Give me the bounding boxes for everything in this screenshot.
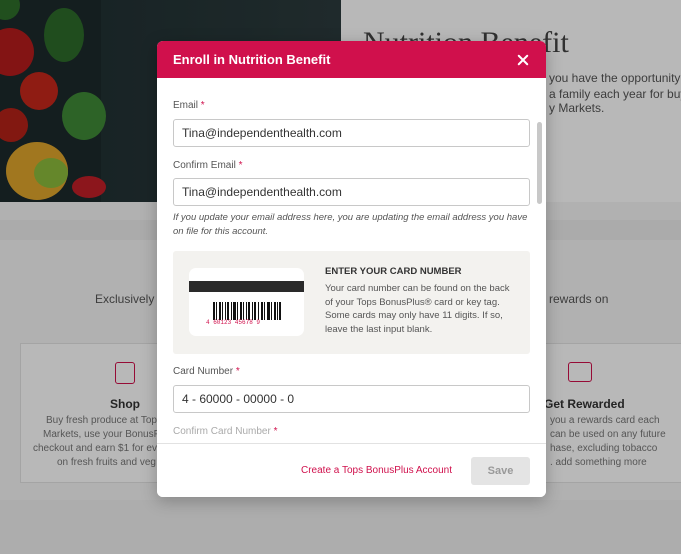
email-label: Email *: [173, 100, 205, 111]
scrollbar-thumb[interactable]: [537, 122, 542, 204]
card-number-info-box: 4 60123 45678 9 ENTER YOUR CARD NUMBER Y…: [173, 251, 530, 354]
confirm-email-label-text: Confirm Email: [173, 160, 236, 171]
email-label-text: Email: [173, 100, 199, 111]
create-account-link[interactable]: Create a Tops BonusPlus Account: [301, 465, 452, 476]
required-marker: *: [273, 426, 278, 437]
confirm-card-number-label: Confirm Card Number *: [173, 426, 278, 437]
card-info-text: Your card number can be found on the bac…: [325, 283, 510, 336]
confirm-email-label: Confirm Email *: [173, 160, 242, 171]
save-button[interactable]: Save: [471, 457, 530, 485]
magnetic-stripe: [189, 281, 304, 292]
email-update-note: If you update your email address here, y…: [173, 212, 528, 237]
card-info-heading: ENTER YOUR CARD NUMBER: [325, 266, 462, 277]
email-field[interactable]: [173, 119, 530, 147]
close-icon[interactable]: [514, 51, 532, 69]
confirm-email-field[interactable]: [173, 178, 530, 206]
card-number-label: Card Number *: [173, 366, 240, 377]
modal-title: Enroll in Nutrition Benefit: [173, 52, 331, 67]
required-marker: *: [200, 100, 205, 111]
enroll-modal: Enroll in Nutrition Benefit Email * Conf…: [157, 41, 546, 497]
required-marker: *: [235, 366, 240, 377]
card-number-field[interactable]: [173, 385, 530, 413]
required-marker: *: [238, 160, 243, 171]
modal-header: Enroll in Nutrition Benefit: [157, 41, 546, 78]
card-number-label-text: Card Number: [173, 366, 234, 377]
card-back-illustration: 4 60123 45678 9: [189, 268, 304, 336]
modal-footer: Create a Tops BonusPlus Account Save: [157, 443, 546, 497]
modal-body[interactable]: Email * Confirm Email * If you update yo…: [157, 78, 546, 443]
barcode-number: 4 60123 45678 9: [206, 319, 261, 326]
confirm-card-number-label-text: Confirm Card Number: [173, 426, 271, 437]
barcode-icon: [213, 302, 281, 320]
